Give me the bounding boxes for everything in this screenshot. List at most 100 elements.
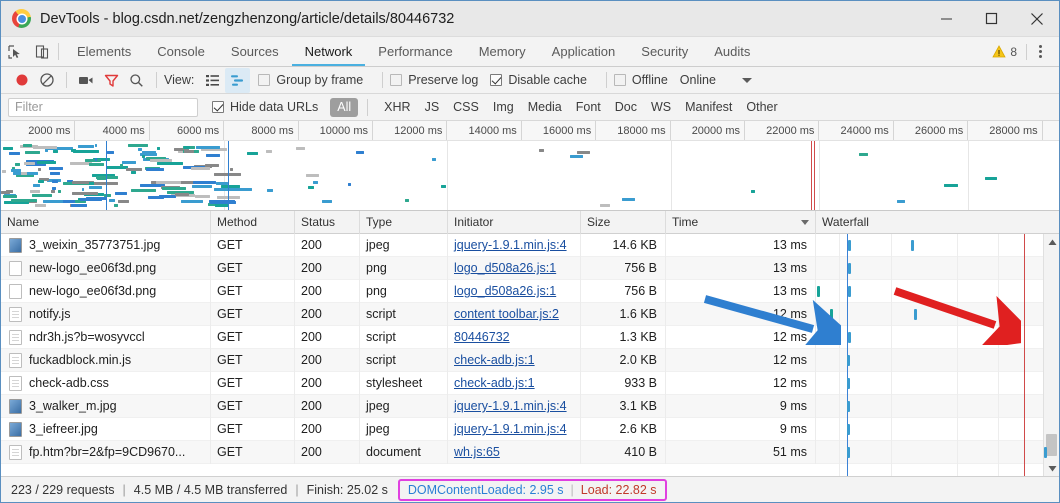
initiator-link[interactable]: wh.js:65 <box>454 445 500 459</box>
filter-type-doc[interactable]: Doc <box>608 98 644 117</box>
filter-type-font[interactable]: Font <box>569 98 608 117</box>
cell-initiator[interactable]: logo_d508a26.js:1 <box>448 256 581 280</box>
waterfall-view-icon[interactable] <box>225 67 251 93</box>
cell-name[interactable]: 3_walker_m.jpg <box>1 394 211 418</box>
tab-performance[interactable]: Performance <box>365 37 465 66</box>
initiator-link[interactable]: logo_d508a26.js:1 <box>454 261 556 275</box>
filter-type-ws[interactable]: WS <box>644 98 678 117</box>
throttling-select[interactable]: Online <box>680 73 752 87</box>
initiator-link[interactable]: jquery-1.9.1.min.js:4 <box>454 399 567 413</box>
cell-initiator[interactable]: check-adb.js:1 <box>448 348 581 372</box>
warning-badge[interactable]: 8 <box>992 45 1026 59</box>
filter-funnel-icon[interactable] <box>99 68 124 93</box>
capture-screenshots-icon[interactable] <box>74 68 99 93</box>
filter-type-manifest[interactable]: Manifest <box>678 98 739 117</box>
initiator-link[interactable]: content toolbar.js:2 <box>454 307 559 321</box>
filter-type-img[interactable]: Img <box>486 98 521 117</box>
filter-type-xhr[interactable]: XHR <box>377 98 417 117</box>
hide-data-urls-checkbox[interactable]: Hide data URLs <box>212 100 318 114</box>
clear-icon[interactable] <box>34 68 59 93</box>
cell-initiator[interactable]: content toolbar.js:2 <box>448 302 581 326</box>
tab-security[interactable]: Security <box>628 37 701 66</box>
search-icon[interactable] <box>124 68 149 93</box>
timeline-ruler[interactable]: 2000 ms 4000 ms 6000 ms 8000 ms 10000 ms 1200… <box>1 121 1059 141</box>
tab-audits[interactable]: Audits <box>701 37 763 66</box>
tab-console[interactable]: Console <box>144 37 218 66</box>
filter-placeholder: Filter <box>15 100 43 114</box>
offline-label: Offline <box>631 73 668 87</box>
cell-name[interactable]: 3_iefreer.jpg <box>1 417 211 441</box>
cell-name[interactable]: new-logo_ee06f3d.png <box>1 279 211 303</box>
cell-name[interactable]: notify.js <box>1 302 211 326</box>
cell-type: document <box>360 440 448 464</box>
column-header-method[interactable]: Method <box>211 210 295 234</box>
initiator-link[interactable]: check-adb.js:1 <box>454 353 535 367</box>
minimize-icon[interactable] <box>924 1 969 37</box>
initiator-link[interactable]: logo_d508a26.js:1 <box>454 284 556 298</box>
kebab-menu-icon[interactable] <box>1027 45 1053 58</box>
table-row[interactable]: notify.js GET 200 script content toolbar.js:… <box>1 302 1059 326</box>
table-row[interactable]: 3_weixin_35773751.jpg GET 200 jpeg jquery-1.… <box>1 234 1059 257</box>
table-row[interactable]: fp.htm?br=2&fp=9CD9670... GET 200 document w… <box>1 440 1059 464</box>
filter-type-all[interactable]: All <box>330 97 359 117</box>
initiator-link[interactable]: 80446732 <box>454 330 510 344</box>
maximize-icon[interactable] <box>969 1 1014 37</box>
tab-application[interactable]: Application <box>539 37 629 66</box>
tab-sources[interactable]: Sources <box>218 37 292 66</box>
column-header-name[interactable]: Name <box>1 210 211 234</box>
network-overview-graph[interactable] <box>1 141 1059 211</box>
load-value: Load: 22.82 s <box>580 482 657 497</box>
preserve-log-checkbox[interactable]: Preserve log <box>390 73 478 87</box>
cell-name[interactable]: ndr3h.js?b=wosyvccl <box>1 325 211 349</box>
overview-request-bar <box>858 152 868 156</box>
disable-cache-checkbox[interactable]: Disable cache <box>490 73 587 87</box>
filter-type-css[interactable]: CSS <box>446 98 486 117</box>
overview-request-bar <box>307 185 314 189</box>
cell-name[interactable]: fp.htm?br=2&fp=9CD9670... <box>1 440 211 464</box>
table-row[interactable]: 3_walker_m.jpg GET 200 jpeg jquery-1.9.1.min… <box>1 394 1059 418</box>
initiator-link[interactable]: jquery-1.9.1.min.js:4 <box>454 238 567 252</box>
cell-size: 756 B <box>581 279 666 303</box>
close-icon[interactable] <box>1014 1 1059 37</box>
cell-initiator[interactable]: wh.js:65 <box>448 440 581 464</box>
column-header-waterfall[interactable]: Waterfall <box>816 211 1059 234</box>
offline-checkbox[interactable]: Offline <box>613 73 668 87</box>
column-header-type[interactable]: Type <box>360 210 448 234</box>
filter-type-js[interactable]: JS <box>418 98 447 117</box>
cell-name[interactable]: check-adb.css <box>1 371 211 395</box>
column-header-status[interactable]: Status <box>295 210 360 234</box>
table-row[interactable]: new-logo_ee06f3d.png GET 200 png logo_d508a2… <box>1 256 1059 280</box>
list-view-icon[interactable] <box>200 68 225 93</box>
tab-network[interactable]: Network <box>291 37 366 66</box>
column-header-size[interactable]: Size <box>581 210 666 234</box>
table-row[interactable]: check-adb.css GET 200 stylesheet check-adb.j… <box>1 371 1059 395</box>
search-input[interactable]: Filter <box>8 97 198 117</box>
cell-initiator[interactable]: jquery-1.9.1.min.js:4 <box>448 417 581 441</box>
cell-name[interactable]: 3_weixin_35773751.jpg <box>1 234 211 257</box>
cell-initiator[interactable]: check-adb.js:1 <box>448 371 581 395</box>
initiator-link[interactable]: jquery-1.9.1.min.js:4 <box>454 422 567 436</box>
table-row[interactable]: 3_iefreer.jpg GET 200 jpeg jquery-1.9.1.min.… <box>1 417 1059 441</box>
inspect-element-icon[interactable] <box>1 37 28 66</box>
column-header-time[interactable]: Time <box>666 210 816 234</box>
cell-initiator[interactable]: jquery-1.9.1.min.js:4 <box>448 234 581 257</box>
initiator-link[interactable]: check-adb.js:1 <box>454 376 535 390</box>
toggle-device-toolbar-icon[interactable] <box>28 37 55 66</box>
cell-name[interactable]: new-logo_ee06f3d.png <box>1 256 211 280</box>
tab-elements[interactable]: Elements <box>64 37 144 66</box>
cell-initiator[interactable]: jquery-1.9.1.min.js:4 <box>448 394 581 418</box>
tab-memory[interactable]: Memory <box>466 37 539 66</box>
table-row[interactable]: ndr3h.js?b=wosyvccl GET 200 script 80446732 1… <box>1 325 1059 349</box>
table-row[interactable]: new-logo_ee06f3d.png GET 200 png logo_d508a2… <box>1 279 1059 303</box>
overview-request-bar <box>216 181 228 185</box>
cell-initiator[interactable]: logo_d508a26.js:1 <box>448 279 581 303</box>
record-button-icon[interactable] <box>9 68 34 93</box>
group-by-frame-checkbox[interactable]: Group by frame <box>258 73 363 87</box>
requests-table-body[interactable]: 3_weixin_35773751.jpg GET 200 jpeg jquery-1.… <box>1 234 1059 476</box>
cell-name[interactable]: fuckadblock.min.js <box>1 348 211 372</box>
cell-initiator[interactable]: 80446732 <box>448 325 581 349</box>
filter-type-other[interactable]: Other <box>739 98 784 117</box>
column-header-initiator[interactable]: Initiator <box>448 210 581 234</box>
table-row[interactable]: fuckadblock.min.js GET 200 script check-adb.… <box>1 348 1059 372</box>
filter-type-media[interactable]: Media <box>521 98 569 117</box>
